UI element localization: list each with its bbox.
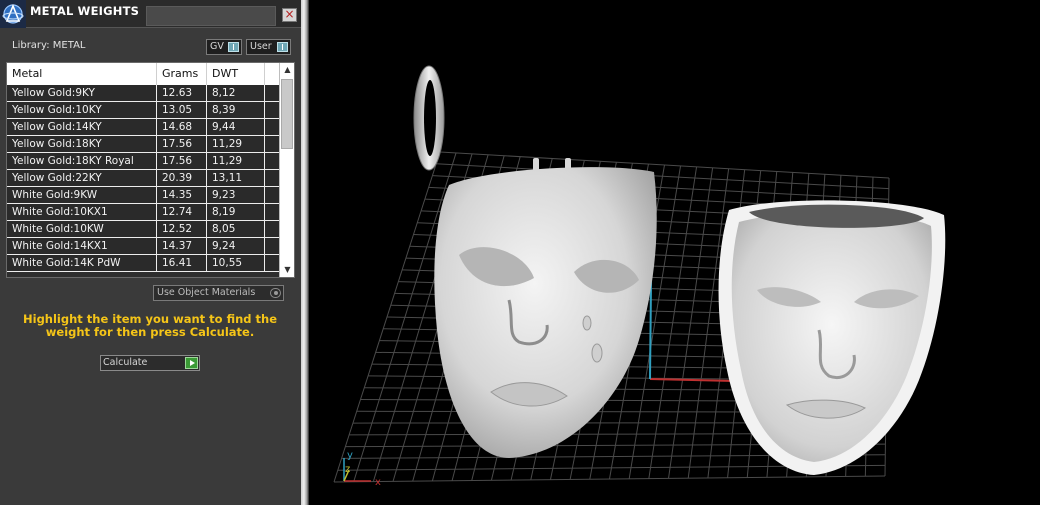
- metal-cell: White Gold:14K PdW: [7, 255, 157, 271]
- grams-cell: 12.63: [157, 85, 207, 101]
- metal-cell: Yellow Gold:14KY: [7, 119, 157, 135]
- metal-cell: White Gold:9KW: [7, 187, 157, 203]
- gv-toggle[interactable]: GV: [206, 39, 242, 55]
- grams-cell: 17.56: [157, 153, 207, 169]
- table-row[interactable]: White Gold:9KW 14.35 9,23: [7, 187, 279, 204]
- table-row[interactable]: White Gold:10KX1 12.74 8,19: [7, 204, 279, 221]
- use-object-materials-option[interactable]: Use Object Materials: [153, 285, 284, 301]
- user-toggle-label: User: [250, 41, 272, 52]
- axis-z-label: z: [345, 464, 350, 475]
- grams-cell: 20.39: [157, 170, 207, 186]
- axis-x-label: x: [375, 477, 381, 488]
- radio-icon: [270, 288, 281, 298]
- metal-cell: Yellow Gold:18KY: [7, 136, 157, 152]
- dwt-cell: 8,05: [207, 221, 265, 237]
- close-button[interactable]: ×: [282, 8, 297, 22]
- scroll-up-arrow-icon[interactable]: ▲: [280, 63, 294, 77]
- table-row[interactable]: Yellow Gold:10KY 13.05 8,39: [7, 102, 279, 119]
- dwt-cell: 9,44: [207, 119, 265, 135]
- dwt-cell: 10,55: [207, 255, 265, 271]
- table-body: Yellow Gold:9KY 12.63 8,12 Yellow Gold:1…: [7, 85, 279, 272]
- grams-cell: 14.35: [157, 187, 207, 203]
- user-toggle-switch-icon: [277, 42, 288, 52]
- dwt-cell: 9,24: [207, 238, 265, 254]
- panel-splitter[interactable]: [301, 0, 309, 505]
- metal-cell: White Gold:10KX1: [7, 204, 157, 220]
- grams-cell: 17.56: [157, 136, 207, 152]
- table-scrollbar[interactable]: ▲ ▼: [279, 63, 294, 277]
- panel-titlebar[interactable]: METAL WEIGHTS ×: [0, 0, 301, 28]
- app-logo-icon: [0, 0, 26, 28]
- dwt-cell: 11,29: [207, 136, 265, 152]
- play-arrow-icon: [185, 357, 198, 369]
- metal-cell: White Gold:10KW: [7, 221, 157, 237]
- table-row[interactable]: White Gold:14K PdW 16.41 10,55: [7, 255, 279, 272]
- panel-title: METAL WEIGHTS: [30, 4, 140, 18]
- table-row[interactable]: Yellow Gold:22KY 20.39 13,11: [7, 170, 279, 187]
- table-header: Metal Grams DWT: [7, 63, 279, 85]
- metal-table[interactable]: Metal Grams DWT Yellow Gold:9KY 12.63 8,…: [6, 62, 295, 278]
- grams-cell: 12.74: [157, 204, 207, 220]
- column-header-metal[interactable]: Metal: [7, 63, 157, 85]
- metal-cell: Yellow Gold:22KY: [7, 170, 157, 186]
- metal-weights-panel: METAL WEIGHTS × Library: METAL GV User M…: [0, 0, 301, 505]
- instruction-hint: Highlight the item you want to find the …: [23, 312, 277, 339]
- user-toggle[interactable]: User: [246, 39, 291, 55]
- gv-toggle-switch-icon: [228, 42, 239, 52]
- gv-toggle-label: GV: [210, 41, 224, 52]
- metal-cell: Yellow Gold:9KY: [7, 85, 157, 101]
- calculate-label: Calculate: [103, 357, 148, 368]
- scrollbar-thumb[interactable]: [281, 79, 293, 149]
- metal-cell: White Gold:14KX1: [7, 238, 157, 254]
- scroll-down-arrow-icon[interactable]: ▼: [280, 263, 294, 277]
- table-row[interactable]: Yellow Gold:9KY 12.63 8,12: [7, 85, 279, 102]
- library-label: Library: METAL: [12, 40, 86, 51]
- grams-cell: 13.05: [157, 102, 207, 118]
- grams-cell: 12.52: [157, 221, 207, 237]
- dwt-cell: 11,29: [207, 153, 265, 169]
- dwt-cell: 8,12: [207, 85, 265, 101]
- tragedy-mask-model: [434, 158, 657, 458]
- 3d-viewport[interactable]: y z x: [309, 0, 1040, 505]
- dwt-cell: 8,39: [207, 102, 265, 118]
- dwt-cell: 8,19: [207, 204, 265, 220]
- dwt-cell: 13,11: [207, 170, 265, 186]
- grams-cell: 14.37: [157, 238, 207, 254]
- title-field: [146, 6, 276, 26]
- column-header-dwt[interactable]: DWT: [207, 63, 265, 85]
- column-header-grams[interactable]: Grams: [157, 63, 207, 85]
- table-row[interactable]: Yellow Gold:14KY 14.68 9,44: [7, 119, 279, 136]
- metal-cell: Yellow Gold:18KY Royal: [7, 153, 157, 169]
- dwt-cell: 9,23: [207, 187, 265, 203]
- grams-cell: 16.41: [157, 255, 207, 271]
- use-object-materials-label: Use Object Materials: [157, 287, 256, 298]
- calculate-button[interactable]: Calculate: [100, 355, 200, 371]
- metal-cell: Yellow Gold:10KY: [7, 102, 157, 118]
- serene-mask-model: [718, 200, 946, 475]
- table-row[interactable]: Yellow Gold:18KY 17.56 11,29: [7, 136, 279, 153]
- axis-y-label: y: [347, 450, 353, 461]
- table-row[interactable]: Yellow Gold:18KY Royal 17.56 11,29: [7, 153, 279, 170]
- table-row[interactable]: White Gold:10KW 12.52 8,05: [7, 221, 279, 238]
- bail-ring-model: [413, 65, 445, 171]
- grams-cell: 14.68: [157, 119, 207, 135]
- scene-canvas: y z x: [333, 65, 946, 488]
- table-row[interactable]: White Gold:14KX1 14.37 9,24: [7, 238, 279, 255]
